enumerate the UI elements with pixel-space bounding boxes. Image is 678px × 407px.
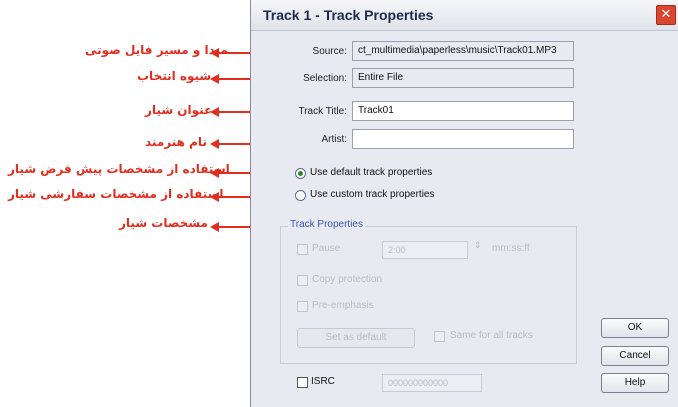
artist-input[interactable]	[352, 129, 574, 149]
annotation-source: مبدا و مسیر فایل صوتی	[85, 43, 228, 57]
pause-field[interactable]: 2:00	[382, 241, 468, 259]
isrc-label: ISRC	[311, 376, 335, 387]
pause-label: Pause	[312, 243, 341, 254]
copy-protection-checkbox[interactable]	[297, 275, 308, 286]
default-props-radio[interactable]	[295, 168, 306, 179]
track-properties-group-title: Track Properties	[288, 219, 365, 230]
selection-field: Entire File	[352, 68, 574, 88]
pause-checkbox[interactable]	[297, 244, 308, 255]
annotation-custom-props: استفاده از مشخصات سفارشی شیار	[8, 187, 224, 201]
dialog-title: Track 1 - Track Properties	[263, 7, 434, 23]
ok-button[interactable]: OK	[601, 318, 669, 338]
pre-emphasis-label: Pre-emphasis	[312, 300, 374, 311]
title-bar: Track 1 - Track Properties ✕	[251, 0, 678, 31]
annotation-selection: شیوه انتخاب	[137, 69, 212, 83]
copy-protection-label: Copy protection	[312, 274, 383, 285]
same-for-all-checkbox[interactable]	[434, 331, 445, 342]
track-title-input[interactable]: Track01	[352, 101, 574, 121]
selection-label: Selection:	[303, 73, 347, 84]
annotation-artist: نام هنرمند	[145, 135, 207, 149]
source-field: ct_multimedia\paperless\music\Track01.MP…	[352, 41, 574, 61]
annotation-track-title: عنوان شیار	[145, 103, 213, 117]
isrc-field[interactable]: 000000000000	[382, 374, 482, 392]
pre-emphasis-checkbox[interactable]	[297, 301, 308, 312]
isrc-checkbox[interactable]	[297, 377, 308, 388]
help-button[interactable]: Help	[601, 373, 669, 393]
cancel-button[interactable]: Cancel	[601, 346, 669, 366]
custom-props-label[interactable]: Use custom track properties	[310, 189, 435, 200]
close-icon[interactable]: ✕	[656, 5, 676, 25]
track-title-label: Track Title:	[298, 106, 347, 117]
pause-unit-label: mm:ss:ff	[492, 243, 530, 254]
same-for-all-label: Same for all tracks	[450, 330, 533, 341]
default-props-label[interactable]: Use default track properties	[310, 167, 432, 178]
source-label: Source:	[312, 46, 347, 57]
artist-label: Artist:	[321, 134, 347, 145]
custom-props-radio[interactable]	[295, 190, 306, 201]
pause-spinner-icon[interactable]: ⇕	[474, 240, 482, 251]
annotation-default-props: استفاده از مشخصات پیش فرض شیار	[8, 162, 230, 176]
set-as-default-button[interactable]: Set as default	[297, 328, 415, 348]
annotation-track-props: مشخصات شیار	[119, 216, 208, 230]
